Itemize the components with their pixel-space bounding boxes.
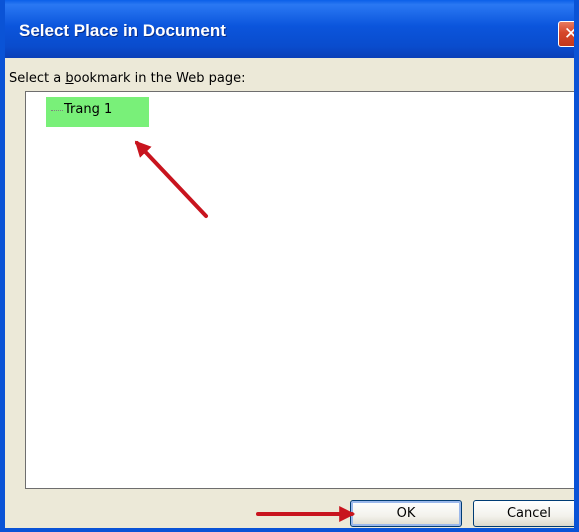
bookmark-tree[interactable]: Trang 1: [25, 91, 574, 489]
tree-item-trang-1[interactable]: Trang 1: [46, 97, 149, 127]
cancel-button[interactable]: Cancel: [473, 500, 574, 527]
label-text-before: Select a: [9, 71, 66, 86]
dialog-title: Select Place in Document: [19, 21, 226, 40]
close-icon: ✕: [563, 24, 579, 44]
label-text-after: ookmark in the Web page:: [73, 71, 246, 86]
ok-button[interactable]: OK: [350, 500, 462, 527]
select-place-dialog: Select Place in Document ✕ Select a book…: [0, 0, 579, 532]
close-button[interactable]: ✕: [558, 21, 579, 47]
label-accelerator: b: [65, 71, 74, 86]
tree-item-label: Trang 1: [64, 102, 113, 117]
bookmark-list-label: Select a bookmark in the Web page:: [9, 71, 245, 86]
tree-connector-line: [51, 110, 63, 111]
title-bar[interactable]: Select Place in Document ✕: [5, 0, 579, 58]
